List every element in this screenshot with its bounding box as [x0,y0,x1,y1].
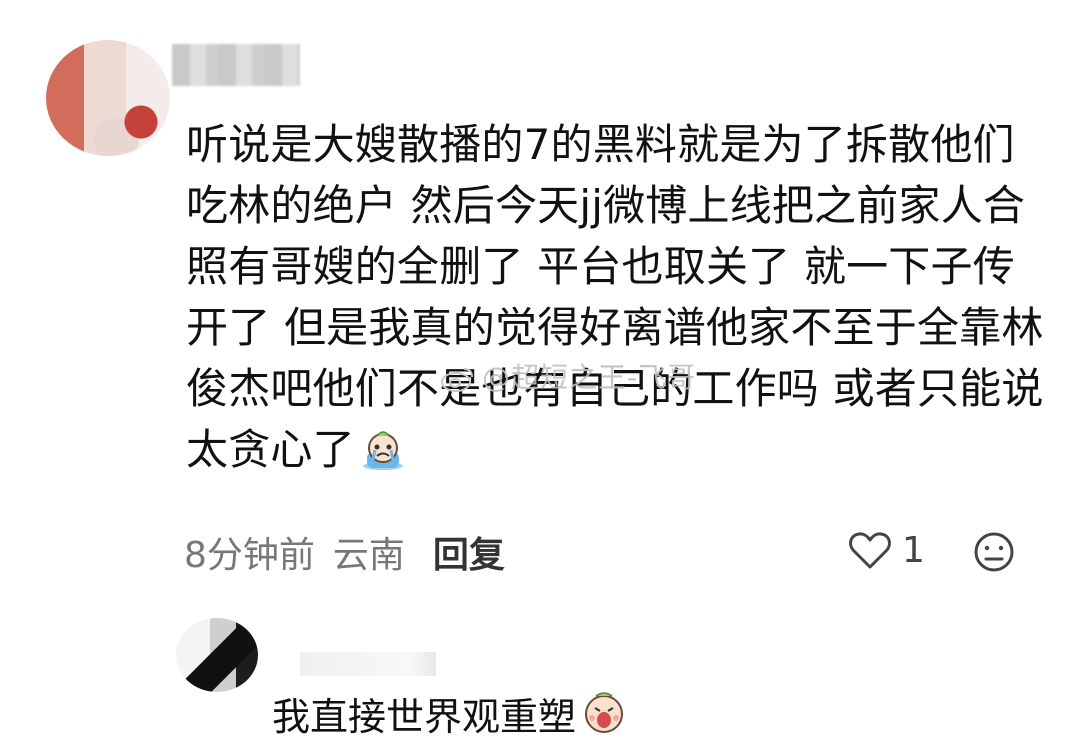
reply-avatar[interactable] [176,618,258,692]
like-count: 1 [902,530,925,571]
username-blurred[interactable] [172,44,300,86]
heart-icon [849,531,891,568]
screaming-face-emoji-icon [580,690,628,733]
comment-time: 8分钟前 [184,535,315,576]
reply-text: 我直接世界观重塑 [272,690,628,742]
comment-location: 云南 [332,535,405,576]
reply-button[interactable]: 回复 [433,526,505,578]
reply-username-blurred[interactable] [300,652,436,676]
dislike-button[interactable] [972,530,1016,578]
reply-body: 我直接世界观重塑 [272,695,577,739]
comment-body: 听说是大嫂散播的7的黑料就是为了拆散他们吃林的绝户 然后今天jj微博上线把之前家… [186,120,1044,474]
avatar[interactable] [46,40,170,156]
like-button[interactable]: 1 [848,530,925,571]
comment-text: 听说是大嫂散播的7的黑料就是为了拆散他们吃林的绝户 然后今天jj微博上线把之前家… [186,114,1046,480]
weibo-icon [440,365,476,393]
watermark: @超短之王-飞哥 [440,356,696,396]
crying-face-emoji-icon [359,425,407,470]
comment-meta: 8分钟前 云南 回复 [184,526,523,578]
unhappy-face-icon [974,532,1014,572]
watermark-text: @超短之王-飞哥 [482,361,697,394]
